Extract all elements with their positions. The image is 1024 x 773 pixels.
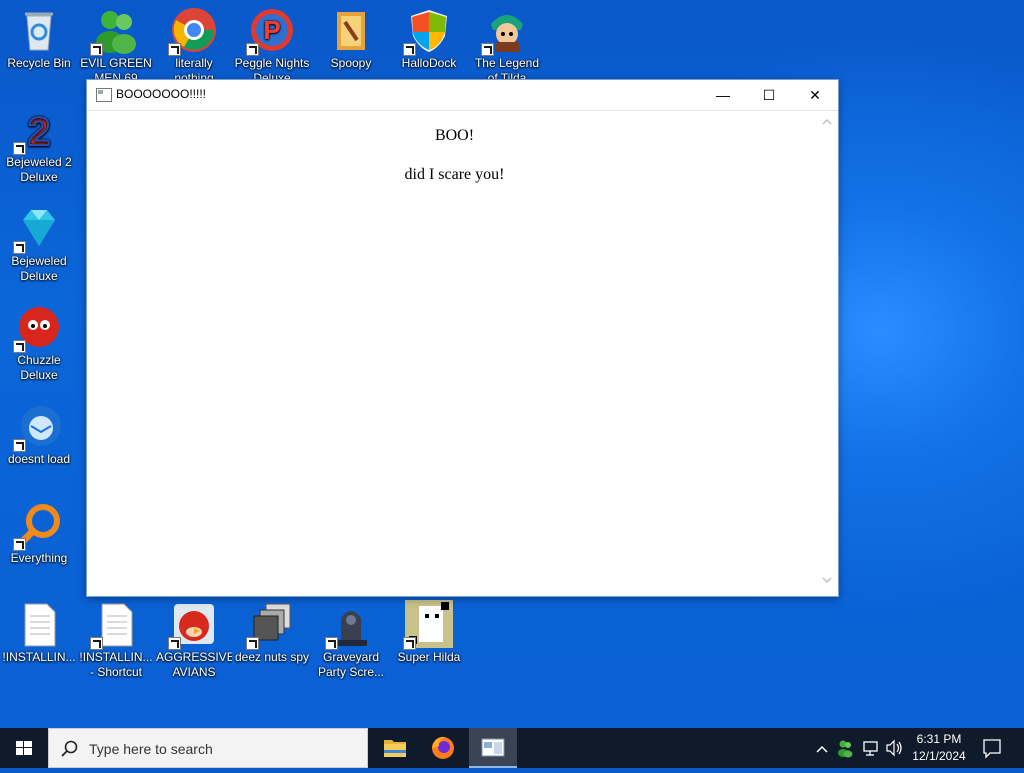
- shortcut-arrow-icon: [13, 538, 26, 551]
- firefox-icon: [432, 736, 454, 759]
- desktop-icon-bejeweled-2[interactable]: 2 Bejeweled 2 Deluxe: [1, 99, 77, 185]
- scroll-up-icon[interactable]: [822, 117, 832, 127]
- bejeweled-2-icon: 2: [13, 105, 63, 155]
- chrome-icon: [168, 6, 218, 56]
- firefox-button[interactable]: [419, 728, 467, 768]
- minimize-button[interactable]: —: [700, 80, 746, 110]
- shortcut-arrow-icon: [403, 43, 416, 56]
- desktop-icon-super-hilda[interactable]: Super Hilda: [391, 594, 467, 680]
- window-titlebar[interactable]: BOOOOOOO!!!!! — ☐ ✕: [87, 80, 838, 111]
- desktop-icon-recycle-bin[interactable]: Recycle Bin: [1, 0, 77, 86]
- thunderbird-icon: [13, 402, 63, 452]
- green-people-icon: [90, 6, 140, 56]
- running-app-button[interactable]: [469, 728, 517, 768]
- desktop-icon-installing[interactable]: !INSTALLIN...: [1, 594, 77, 680]
- window-title: BOOOOOOO!!!!!: [116, 87, 207, 101]
- shortcut-arrow-icon: [481, 43, 494, 56]
- maximize-button[interactable]: ☐: [746, 80, 792, 110]
- angry-bird-icon: [168, 600, 218, 650]
- shortcut-arrow-icon: [90, 43, 103, 56]
- taskbar-clock[interactable]: 6:31 PM 12/1/2024: [908, 731, 970, 765]
- desktop-icon-spoopy[interactable]: Spoopy: [313, 0, 389, 86]
- desktop-icon-graveyard-party[interactable]: Graveyard Party Scre...: [313, 594, 389, 680]
- folder-icon: [327, 6, 375, 54]
- close-button[interactable]: ✕: [792, 80, 838, 110]
- desktop-icon-hallodock[interactable]: HalloDock: [391, 0, 467, 86]
- search-placeholder: Type here to search: [89, 741, 213, 757]
- svg-text:P: P: [263, 15, 280, 45]
- scroll-down-icon[interactable]: [822, 575, 832, 585]
- chuzzle-icon: [13, 303, 63, 353]
- show-hidden-icons-button[interactable]: [813, 728, 831, 768]
- text-document-icon: [90, 600, 140, 650]
- text-document-icon: [15, 600, 63, 648]
- clock-date: 12/1/2024: [912, 749, 966, 763]
- peggle-icon: P: [246, 6, 296, 56]
- window-content: BOO! did I scare you!: [88, 111, 836, 595]
- network-button[interactable]: [860, 728, 882, 768]
- file-explorer-button[interactable]: [371, 728, 419, 768]
- desktop-icon-installing-shortcut[interactable]: !INSTALLIN... - Shortcut: [78, 594, 154, 680]
- clock-time: 6:31 PM: [916, 732, 962, 746]
- desktop-icon-deez-nuts-spy[interactable]: deez nuts spy: [234, 594, 310, 680]
- desktop-icon-peggle-nights[interactable]: P Peggle Nights Deluxe: [234, 0, 310, 86]
- speaker-icon: [886, 739, 902, 757]
- shortcut-arrow-icon: [325, 637, 338, 650]
- shortcut-arrow-icon: [13, 241, 26, 254]
- desktop-icon-legend-of-tilda[interactable]: The Legend of Tilda: [469, 0, 545, 86]
- scare-message: did I scare you!: [404, 166, 505, 183]
- boo-heading: BOO!: [434, 127, 475, 144]
- start-button[interactable]: [0, 728, 48, 768]
- desktop-icon-literally-nothing[interactable]: literally nothing: [156, 0, 232, 86]
- window-app-icon: [96, 88, 112, 102]
- desktop-icon-everything[interactable]: Everything: [1, 495, 77, 581]
- chevron-up-icon: [816, 745, 828, 753]
- shortcut-arrow-icon: [168, 43, 181, 56]
- magnifier-icon: [13, 501, 63, 551]
- desktop-icon-doesnt-load[interactable]: doesnt load: [1, 396, 77, 482]
- volume-button[interactable]: [884, 728, 904, 768]
- recycle-bin-icon: [15, 6, 63, 54]
- boo-window: BOOOOOOO!!!!! — ☐ ✕ BOO! did I scare you…: [86, 79, 839, 597]
- shortcut-arrow-icon: [403, 637, 416, 650]
- svg-text:2: 2: [28, 110, 50, 153]
- shortcut-arrow-icon: [13, 142, 26, 155]
- search-icon: [61, 740, 78, 757]
- shortcut-arrow-icon: [90, 637, 103, 650]
- taskbar: Type here to search 6:31 PM 12/1/2024: [0, 728, 1024, 768]
- shortcut-arrow-icon: [168, 637, 181, 650]
- desktop-icon-aggressive-avians[interactable]: AGGRESSIVE AVIANS: [156, 594, 232, 680]
- stacked-windows-icon: [246, 600, 296, 650]
- shield-icon: [403, 6, 453, 56]
- network-icon: [863, 741, 878, 756]
- green-people-icon: [838, 740, 853, 758]
- desktop-icon-evil-green-men[interactable]: EVIL GREEN MEN 69: [78, 0, 154, 86]
- tray-app-button[interactable]: [835, 728, 855, 768]
- pixel-art-icon: [403, 600, 453, 650]
- desktop-icon-chuzzle[interactable]: Chuzzle Deluxe: [1, 297, 77, 383]
- vertical-scrollbar[interactable]: [819, 111, 836, 595]
- taskbar-search-box[interactable]: Type here to search: [48, 728, 368, 768]
- shortcut-arrow-icon: [246, 637, 259, 650]
- window-app-icon: [481, 738, 505, 757]
- desktop-icon-bejeweled[interactable]: Bejeweled Deluxe: [1, 198, 77, 284]
- windows-logo-icon: [16, 741, 32, 755]
- shortcut-arrow-icon: [13, 340, 26, 353]
- tombstone-icon: [325, 600, 375, 650]
- folder-icon: [384, 740, 406, 757]
- notification-icon: [983, 739, 1001, 759]
- shortcut-arrow-icon: [13, 439, 26, 452]
- notifications-button[interactable]: [978, 728, 1006, 768]
- character-icon: [481, 6, 531, 56]
- diamond-icon: [13, 204, 63, 254]
- shortcut-arrow-icon: [246, 43, 259, 56]
